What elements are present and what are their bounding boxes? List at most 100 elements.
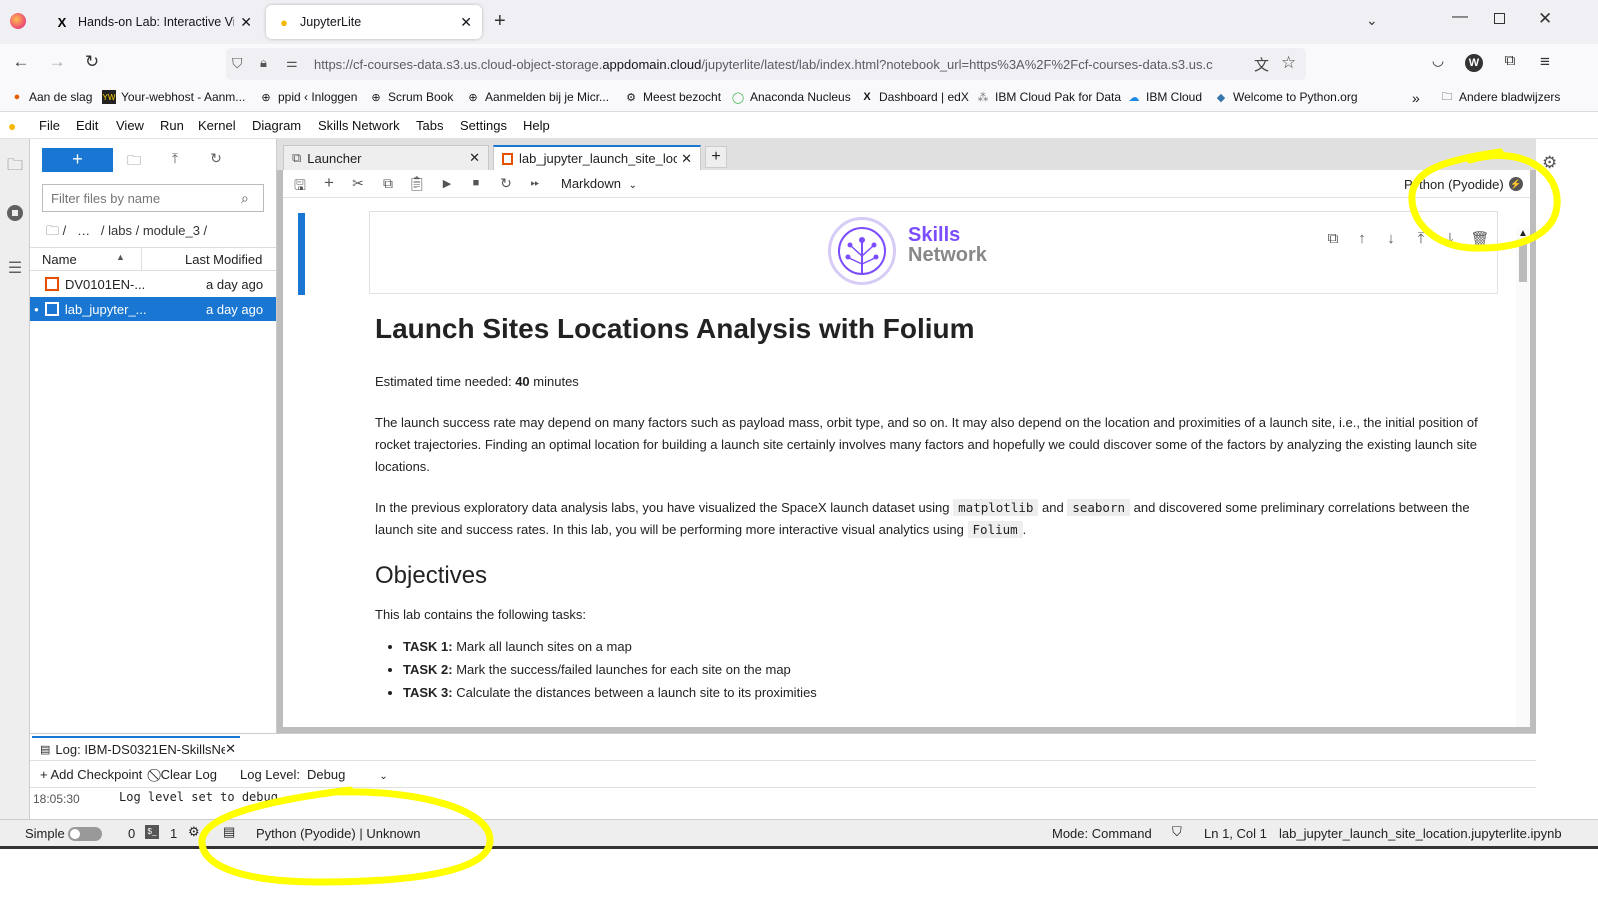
running-kernels-icon[interactable]	[5, 205, 25, 225]
run-icon[interactable]: ▶	[437, 177, 457, 190]
refresh-icon[interactable]: ↻	[206, 150, 226, 167]
other-bookmarks[interactable]: 🗀 Andere bladwijzers	[1440, 90, 1561, 104]
permissions-icon[interactable]: ⚌	[286, 55, 298, 71]
bookmark-item[interactable]: ◯ Anaconda Nucleus	[731, 90, 851, 104]
paste-icon[interactable]: 📋︎	[407, 175, 427, 192]
bookmark-item[interactable]: ◆ Welcome to Python.org	[1214, 90, 1358, 104]
more-bookmarks-icon[interactable]: »	[1412, 90, 1420, 106]
log-level-select[interactable]: Debug ⌄	[307, 767, 388, 782]
scroll-up-icon[interactable]: ▲	[1516, 228, 1530, 239]
account-icon[interactable]: W	[1465, 54, 1483, 72]
close-window-icon[interactable]: ✕	[1538, 9, 1552, 29]
cell-collapser[interactable]	[298, 213, 305, 295]
new-launcher-button[interactable]: +	[42, 148, 113, 172]
folder-icon[interactable]: 🗀	[46, 223, 59, 238]
close-tab-icon[interactable]: ✕	[681, 151, 692, 167]
menu-view[interactable]: View	[116, 118, 144, 133]
bookmark-star-icon[interactable]: ☆	[1281, 53, 1296, 73]
new-folder-icon[interactable]: 🗀	[124, 150, 144, 174]
tab-notebook[interactable]: lab_jupyter_launch_site_locat ✕	[493, 145, 701, 170]
sort-asc-icon[interactable]: ▲	[116, 252, 125, 262]
delete-cell-icon[interactable]: 🗑︎	[1470, 230, 1490, 248]
app-menu-icon[interactable]: ≡	[1533, 52, 1557, 72]
simple-mode-toggle[interactable]	[68, 825, 102, 841]
bookmark-item[interactable]: ☁ IBM Cloud	[1127, 90, 1203, 104]
browser-tab-jupyterlite[interactable]: ● JupyterLite ✕	[266, 5, 482, 39]
translate-icon[interactable]: 文	[1254, 54, 1269, 75]
cursor-position[interactable]: Ln 1, Col 1	[1204, 826, 1267, 841]
upload-icon[interactable]: ⤒	[165, 150, 185, 167]
add-checkpoint-button[interactable]: + Add Checkpoint	[40, 767, 142, 782]
forward-icon[interactable]: →	[45, 52, 69, 72]
close-tab-icon[interactable]: ✕	[469, 150, 480, 166]
tab-log[interactable]: ▤ Log: IBM-DS0321EN-SkillsNe ✕	[32, 736, 240, 760]
save-icon[interactable]: 🖫	[290, 175, 310, 199]
extensions-icon[interactable]: ⧉	[1498, 52, 1522, 69]
breadcrumb-path[interactable]: / … / labs / module_3 /	[63, 223, 208, 238]
property-inspector-icon[interactable]: ⚙	[1542, 153, 1557, 173]
menu-run[interactable]: Run	[160, 118, 184, 133]
menu-diagram[interactable]: Diagram	[252, 118, 301, 133]
fast-forward-icon[interactable]: ⏩︎	[525, 177, 545, 190]
menu-tabs[interactable]: Tabs	[416, 118, 443, 133]
bookmark-item[interactable]: ● Aan de slag	[10, 90, 93, 104]
minimize-icon[interactable]: —	[1452, 8, 1468, 26]
url-bar[interactable]: ⛉ 🔒︎ ⚌ https://cf-courses-data.s3.us.clo…	[226, 48, 1306, 80]
restart-icon[interactable]: ↻	[496, 175, 516, 192]
bookmark-item[interactable]: YW Your-webhost - Aanm...	[102, 90, 245, 104]
file-row[interactable]: DV0101EN-... a day ago	[30, 272, 276, 296]
duplicate-cell-icon[interactable]: ⧉	[1323, 230, 1343, 247]
back-icon[interactable]: ←	[9, 52, 33, 72]
kernel-status[interactable]: Python (Pyodide) | Unknown	[256, 826, 421, 841]
bookmark-item[interactable]: ⊕ Scrum Book	[369, 90, 453, 104]
column-name[interactable]: Name	[42, 252, 77, 267]
close-tab-icon[interactable]: ✕	[240, 14, 252, 31]
clear-log-button[interactable]: ⃠ Clear Log	[157, 767, 217, 783]
menu-skills-network[interactable]: Skills Network	[318, 118, 400, 133]
list-tabs-icon[interactable]: ⌄	[1366, 12, 1378, 29]
tab-launcher[interactable]: ⧉ Launcher ✕	[283, 145, 489, 170]
menu-file[interactable]: File	[39, 118, 60, 133]
folder-icon[interactable]: 🗀	[5, 154, 25, 174]
insert-above-icon[interactable]: ⤒	[1411, 230, 1431, 247]
cut-icon[interactable]: ✂	[348, 175, 368, 192]
bookmark-item[interactable]: ⁂ IBM Cloud Pak for Data	[976, 90, 1122, 104]
kernel-count[interactable]: 0	[128, 826, 135, 841]
url-text[interactable]: https://cf-courses-data.s3.us.cloud-obje…	[314, 57, 1246, 72]
file-row-selected[interactable]: ● lab_jupyter_... a day ago	[30, 297, 276, 321]
bookmark-item[interactable]: X Dashboard | edX	[860, 90, 969, 104]
session-count[interactable]: 1	[170, 826, 177, 841]
restore-icon[interactable]	[1494, 13, 1505, 24]
stop-icon[interactable]: ■	[466, 177, 486, 189]
browser-tab-edx[interactable]: X Hands-on Lab: Interactive Visua ✕	[44, 5, 262, 39]
copy-icon[interactable]: ⧉	[378, 175, 398, 192]
column-last-modified[interactable]: Last Modified	[185, 252, 262, 267]
menu-kernel[interactable]: Kernel	[198, 118, 236, 133]
close-tab-icon[interactable]: ✕	[225, 741, 236, 757]
bookmark-item[interactable]: ⊕ ppid ‹ Inloggen	[259, 90, 357, 104]
menu-edit[interactable]: Edit	[76, 118, 98, 133]
new-launcher-tab-button[interactable]: +	[705, 146, 727, 168]
menu-settings[interactable]: Settings	[460, 118, 507, 133]
insert-below-icon[interactable]: ⤓	[1440, 230, 1460, 247]
move-up-icon[interactable]: ↑	[1352, 230, 1372, 247]
kernel-name[interactable]: Python (Pyodide)	[1404, 177, 1504, 192]
bookmark-item[interactable]: ⊕ Aanmelden bij je Micr...	[466, 90, 609, 104]
move-down-icon[interactable]: ↓	[1381, 230, 1401, 247]
reload-icon[interactable]: ↻	[80, 52, 104, 72]
menu-help[interactable]: Help	[523, 118, 550, 133]
table-of-contents-icon[interactable]: ☰	[5, 258, 25, 278]
new-tab-button[interactable]: +	[494, 10, 506, 33]
lock-icon[interactable]: 🔒︎	[260, 55, 267, 71]
insert-cell-icon[interactable]: +	[319, 173, 339, 193]
shield-icon[interactable]: ⛉	[232, 55, 243, 72]
filter-files-field[interactable]: ⌕	[42, 184, 264, 212]
scrollbar-thumb[interactable]	[1519, 242, 1527, 282]
firefox-icon[interactable]	[10, 13, 26, 29]
filter-files-input[interactable]	[51, 190, 241, 206]
bookmark-item[interactable]: ⚙ Meest bezocht	[624, 90, 721, 104]
cell-type-select[interactable]: Markdown ⌄	[561, 176, 637, 191]
notebook-scrollbar[interactable]: ▲ ▼	[1516, 228, 1530, 727]
close-tab-icon[interactable]: ✕	[460, 14, 472, 31]
log-console-icon[interactable]: ▤	[223, 824, 235, 840]
